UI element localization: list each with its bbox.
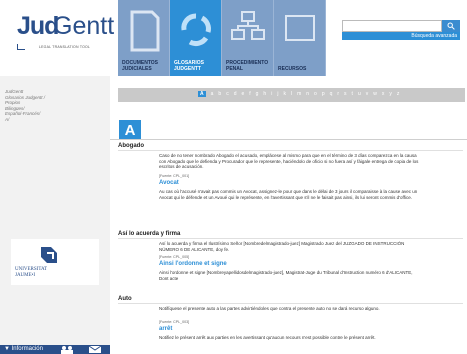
- entry-source: [Fuente: CPL_005]: [159, 255, 190, 259]
- search-input[interactable]: [342, 20, 442, 32]
- alphabet-letter-g[interactable]: g: [256, 91, 259, 97]
- document-icon: [130, 10, 160, 52]
- bottom-bar: ▼ Información: [0, 345, 110, 354]
- alphabet-letter-s[interactable]: s: [344, 91, 347, 97]
- alphabet-list: Aabcdefghijklmnopqrstuvwxyz: [198, 91, 399, 97]
- search-button[interactable]: [442, 20, 460, 32]
- alphabet-letter-v[interactable]: v: [366, 91, 369, 97]
- uji-line2: JAUME•I: [15, 272, 36, 278]
- entry-definition: Caso de no tener nombrado Abogado el acu…: [159, 153, 419, 169]
- alphabet-letter-z[interactable]: z: [397, 91, 400, 97]
- entry-definition: Notifíquese el presente auto a las parte…: [159, 306, 380, 311]
- search-box: Búsqueda avanzada: [342, 20, 460, 42]
- nav-label: GLOSARIOS JUDGENTT: [174, 60, 205, 72]
- alphabet-letter-r[interactable]: r: [337, 91, 339, 97]
- nav-item-procedimiento[interactable]: PROCEDIMIENTO PENAL: [222, 0, 274, 76]
- entry-term: Auto: [118, 296, 132, 302]
- breadcrumb-item[interactable]: A/: [5, 117, 45, 123]
- logo-bracket: [17, 44, 25, 50]
- entry-equivalent[interactable]: arrêt: [159, 326, 172, 332]
- alphabet-letter-p[interactable]: p: [322, 91, 325, 97]
- people-icon[interactable]: [60, 345, 74, 354]
- nav-item-glosarios[interactable]: GLOSARIOS JUDGENTT: [170, 0, 222, 76]
- divider: [110, 139, 467, 140]
- uji-emblem-icon: [41, 247, 57, 263]
- uji-line1: UNIVERSITAT: [15, 267, 48, 272]
- alphabet-letter-q[interactable]: q: [330, 91, 333, 97]
- alphabet-letter-d[interactable]: d: [234, 91, 237, 97]
- alphabet-letter-h[interactable]: h: [263, 91, 266, 97]
- entry-divider: [118, 150, 463, 151]
- glossary-icon: [181, 13, 211, 47]
- entry-source: [Fuente: CPL_003]: [159, 320, 190, 324]
- advanced-search-link[interactable]: Búsqueda avanzada: [342, 32, 460, 40]
- alphabet-letter-u[interactable]: u: [358, 91, 361, 97]
- main-nav: DOCUMENTOS JUDICIALES GLOSARIOS JUDGENTT…: [118, 0, 326, 76]
- alphabet-letter-y[interactable]: y: [389, 91, 392, 97]
- entry-translation: Au cas où l'accusé n'avait pas commis un…: [159, 189, 418, 200]
- uji-logo[interactable]: UNIVERSITAT JAUME•I: [11, 239, 99, 285]
- alphabet-letter-t[interactable]: t: [352, 91, 353, 97]
- alphabet-letter-m[interactable]: m: [297, 91, 301, 97]
- entry-source: [Fuente: CPL_001]: [159, 174, 190, 178]
- alphabet-letter-j[interactable]: j: [277, 91, 278, 97]
- entry-term: Así lo acuerda y firma: [118, 231, 181, 237]
- entry-definition: Así lo acuerda y firma el Ilustrísimo Se…: [159, 241, 405, 252]
- alphabet-bar: Aabcdefghijklmnopqrstuvwxyz: [118, 88, 465, 102]
- main-content: Aabcdefghijklmnopqrstuvwxyz A Abogado Ca…: [110, 76, 467, 354]
- flowchart-icon: [231, 11, 265, 40]
- alphabet-letter-w[interactable]: w: [373, 91, 377, 97]
- entry-divider: [118, 303, 463, 304]
- alphabet-letter-c[interactable]: c: [226, 91, 229, 97]
- alphabet-letter-x[interactable]: x: [382, 91, 385, 97]
- alphabet-letter-a-active[interactable]: A: [198, 91, 206, 97]
- header: Jud Gentt LEGAL TRANSLATION TOOL DOCUMEN…: [0, 0, 467, 76]
- logo-gentt: Gentt: [53, 12, 115, 40]
- alphabet-letter-f[interactable]: f: [249, 91, 250, 97]
- judgentt-logo[interactable]: Jud Gentt LEGAL TRANSLATION TOOL: [17, 12, 114, 52]
- alphabet-letter-k[interactable]: k: [283, 91, 286, 97]
- logo-subtitle: LEGAL TRANSLATION TOOL: [39, 45, 91, 49]
- entry-term: Abogado: [118, 143, 144, 149]
- uji-text: UNIVERSITAT JAUME•I: [15, 267, 47, 278]
- alphabet-letter-l[interactable]: l: [291, 91, 292, 97]
- resources-icon: [285, 15, 315, 41]
- alphabet-letter-e[interactable]: e: [241, 91, 244, 97]
- nav-label: PROCEDIMIENTO PENAL: [226, 60, 269, 72]
- entry-translation: Ainsi l'ordonne et signe [Nombreyapellid…: [159, 270, 413, 281]
- breadcrumb-item[interactable]: Español-Francés/: [5, 111, 45, 117]
- info-button[interactable]: ▼ Información: [4, 346, 43, 352]
- alphabet-letter-a[interactable]: a: [211, 91, 214, 97]
- alphabet-letter-n[interactable]: n: [306, 91, 309, 97]
- section-letter: A: [119, 120, 141, 140]
- nav-item-recursos[interactable]: RECURSOS: [274, 0, 326, 76]
- sidebar: JudGentt Glosarios Judgentt / Propios Bi…: [0, 76, 110, 354]
- entry-equivalent[interactable]: Ainsi l'ordonne et signe: [159, 261, 227, 267]
- mail-icon[interactable]: [88, 345, 102, 354]
- entry-translation: Notifiez le présent arrêt aux parties en…: [159, 335, 376, 340]
- nav-item-documentos[interactable]: DOCUMENTOS JUDICIALES: [118, 0, 170, 76]
- nav-label: DOCUMENTOS JUDICIALES: [122, 60, 159, 72]
- nav-label: RECURSOS: [278, 66, 307, 72]
- alphabet-letter-i[interactable]: i: [271, 91, 272, 97]
- search-icon: [447, 22, 455, 30]
- alphabet-letter-b[interactable]: b: [218, 91, 221, 97]
- breadcrumb: JudGentt Glosarios Judgentt / Propios Bi…: [5, 89, 45, 122]
- entry-divider: [118, 238, 463, 239]
- entry-equivalent[interactable]: Avocat: [159, 180, 179, 186]
- alphabet-letter-o[interactable]: o: [314, 91, 317, 97]
